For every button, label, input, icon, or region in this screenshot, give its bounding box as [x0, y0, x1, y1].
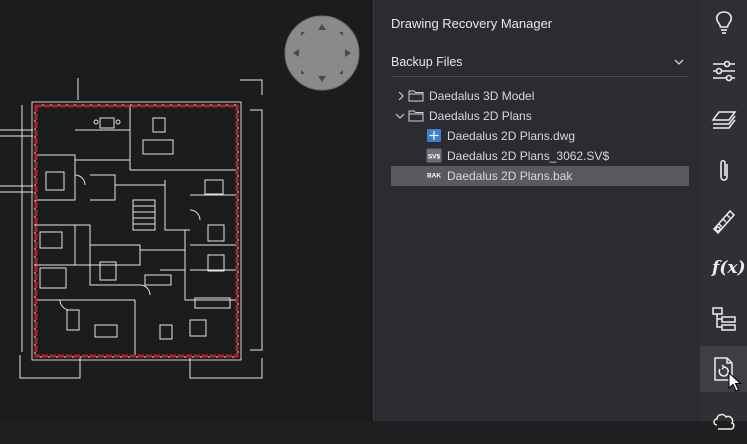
bak-file-icon: BAK [426, 168, 442, 183]
folder-icon [408, 110, 424, 122]
hierarchy-icon [712, 307, 736, 331]
bak-file-icon-text: BAK [427, 173, 441, 180]
tree-item-daedalus-3d-model[interactable]: Daedalus 3D Model [391, 86, 689, 106]
chevron-down-icon[interactable] [673, 56, 685, 68]
tree-item-sv-file[interactable]: SV$ Daedalus 2D Plans_3062.SV$ [391, 146, 689, 166]
lightbulb-icon [715, 11, 733, 34]
drawing-canvas[interactable] [0, 0, 373, 421]
dwg-file-icon [427, 129, 441, 142]
backup-files-header[interactable]: Backup Files [391, 55, 689, 75]
mouse-cursor-icon [728, 372, 742, 392]
tree-item-label: Daedalus 2D Plans.bak [447, 169, 573, 183]
sv-file-icon: SV$ [426, 148, 442, 163]
section-title: Backup Files [391, 55, 463, 69]
folder-icon [408, 90, 424, 102]
sv-file-icon-text: SV$ [428, 154, 441, 161]
cloud-icon [713, 413, 735, 430]
rail-button-layers[interactable] [700, 98, 747, 144]
tree-item-label: Daedalus 2D Plans [429, 109, 532, 123]
palette-rail: f(x) [700, 0, 747, 430]
chevron-right-icon[interactable] [396, 91, 406, 101]
rail-button-measure[interactable] [700, 198, 747, 244]
rail-button-properties[interactable] [700, 48, 747, 94]
tree-item-daedalus-2d-plans[interactable]: Daedalus 2D Plans [391, 106, 689, 126]
tree-item-label: Daedalus 2D Plans.dwg [447, 129, 576, 143]
section-divider [391, 76, 689, 77]
chevron-down-icon[interactable] [395, 111, 405, 121]
tree-item-label: Daedalus 3D Model [429, 89, 535, 103]
tree-item-label: Daedalus 2D Plans_3062.SV$ [447, 149, 610, 163]
navigation-wheel[interactable] [284, 15, 364, 95]
layers-icon [711, 111, 737, 129]
fx-icon: f(x) [712, 258, 746, 278]
rail-button-structure[interactable] [700, 296, 747, 342]
rail-button-attachments[interactable] [700, 148, 747, 194]
tree-item-dwg-file[interactable]: Daedalus 2D Plans.dwg [391, 126, 689, 146]
backup-file-tree: Daedalus 3D Model Daedalus 2D Plans Daed… [391, 86, 689, 186]
ruler-icon [712, 209, 736, 235]
panel-title: Drawing Recovery Manager [391, 16, 553, 31]
rail-button-lightbulb[interactable] [700, 0, 747, 46]
paperclip-icon [720, 159, 728, 181]
drawing-recovery-panel: Drawing Recovery Manager Backup Files Da… [374, 0, 700, 421]
properties-sliders-icon [713, 60, 735, 82]
rail-button-cloud[interactable] [700, 398, 747, 444]
rail-button-parameters[interactable]: f(x) [700, 246, 747, 292]
tree-item-bak-file[interactable]: BAK Daedalus 2D Plans.bak [391, 166, 689, 186]
app-window: Drawing Recovery Manager Backup Files Da… [0, 0, 747, 430]
